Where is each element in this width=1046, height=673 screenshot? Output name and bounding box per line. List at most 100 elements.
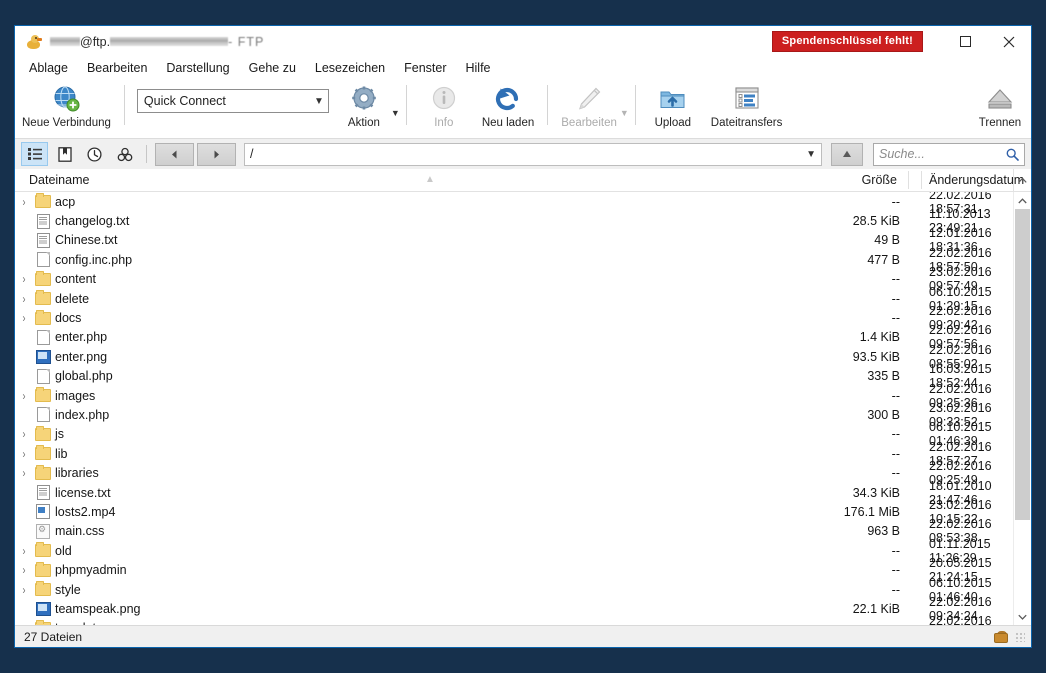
disclosure-triangle-icon[interactable]: › bbox=[15, 544, 33, 558]
file-icon bbox=[33, 485, 53, 501]
path-combobox[interactable]: / ▼ bbox=[244, 142, 822, 166]
action-button[interactable]: Aktion bbox=[333, 81, 395, 136]
resize-grip[interactable] bbox=[1014, 631, 1025, 642]
table-row[interactable]: › libraries -- 22.02.2016 09:25:49 bbox=[15, 459, 1013, 487]
search-icon bbox=[1006, 148, 1019, 161]
table-row[interactable]: › phpmyadmin -- 20.05.2015 21:24:15 bbox=[15, 556, 1013, 584]
file-size: 28.5 KiB bbox=[852, 214, 900, 229]
disclosure-triangle-icon[interactable]: › bbox=[15, 447, 33, 461]
close-icon[interactable] bbox=[987, 26, 1031, 57]
table-row[interactable]: global.php 335 B 16.03.2015 18:52:44 bbox=[15, 362, 1013, 390]
table-row[interactable]: › js -- 06.10.2015 01:46:39 bbox=[15, 420, 1013, 448]
table-row[interactable]: license.txt 34.3 KiB 18.01.2010 21:47:46 bbox=[15, 479, 1013, 507]
table-row[interactable]: › old -- 01.11.2015 11:26:29 bbox=[15, 537, 1013, 565]
action-dropdown-caret-icon[interactable]: ▼ bbox=[391, 108, 400, 118]
disclosure-triangle-icon[interactable]: › bbox=[15, 273, 33, 287]
column-options-button[interactable] bbox=[1013, 169, 1031, 191]
transfers-button[interactable]: Dateitransfers bbox=[704, 81, 790, 136]
search-field[interactable]: Suche... bbox=[873, 142, 1025, 166]
maximize-icon[interactable] bbox=[943, 26, 987, 57]
forward-button[interactable] bbox=[197, 142, 236, 166]
disclosure-triangle-icon[interactable]: › bbox=[15, 195, 33, 209]
upload-folder-icon bbox=[658, 84, 688, 114]
table-row[interactable]: › lib -- 22.02.2016 18:57:27 bbox=[15, 440, 1013, 468]
file-icon bbox=[33, 232, 53, 248]
upload-button[interactable]: Upload bbox=[642, 81, 704, 136]
menu-gehe-zu[interactable]: Gehe zu bbox=[249, 59, 306, 77]
file-name: changelog.txt bbox=[55, 214, 130, 229]
table-row[interactable]: losts2.mp4 176.1 MiB 23.02.2016 10:15:22 bbox=[15, 498, 1013, 526]
file-size: 49 B bbox=[874, 233, 900, 248]
menu-hilfe[interactable]: Hilfe bbox=[466, 59, 501, 77]
column-headers: Dateiname ▲ Größe Änderungsdatum bbox=[15, 169, 1031, 192]
sort-indicator-icon: ▲ bbox=[425, 174, 435, 185]
table-row[interactable]: enter.php 1.4 KiB 22.02.2016 09:57:56 bbox=[15, 323, 1013, 351]
menu-bearbeiten[interactable]: Bearbeiten bbox=[87, 59, 157, 77]
arrow-up-icon bbox=[843, 150, 851, 157]
disclosure-triangle-icon[interactable]: › bbox=[15, 311, 33, 325]
edit-dropdown-caret-icon[interactable]: ▼ bbox=[620, 108, 629, 118]
menu-fenster[interactable]: Fenster bbox=[404, 59, 456, 77]
table-row[interactable]: changelog.txt 28.5 KiB 11.10.2013 23:49:21 bbox=[15, 207, 1013, 235]
folder-icon bbox=[33, 290, 53, 306]
parent-folder-button[interactable] bbox=[831, 142, 863, 166]
table-row[interactable]: › content -- 23.02.2016 09:57:49 bbox=[15, 265, 1013, 293]
file-icon bbox=[33, 329, 53, 345]
table-row[interactable]: › style -- 06.10.2015 01:46:40 bbox=[15, 576, 1013, 604]
table-row[interactable]: main.css963 B22.02.2016 08:53:38 bbox=[15, 517, 1013, 545]
file-size: 176.1 MiB bbox=[843, 504, 900, 519]
menu-lesezeichen[interactable]: Lesezeichen bbox=[315, 59, 395, 77]
table-row[interactable]: teamspeak.png 22.1 KiB 22.02.2016 09:34:24 bbox=[15, 595, 1013, 623]
column-header-size[interactable]: Größe bbox=[862, 173, 897, 187]
table-row[interactable]: config.inc.php 477 B 22.02.2016 18:57:50 bbox=[15, 246, 1013, 274]
file-size: 93.5 KiB bbox=[852, 349, 900, 364]
table-row[interactable]: enter.png 93.5 KiB 22.02.2016 08:55:02 bbox=[15, 343, 1013, 371]
column-header-date[interactable]: Änderungsdatum bbox=[929, 173, 1024, 187]
table-row[interactable]: index.php 300 B 23.02.2016 09:33:52 bbox=[15, 401, 1013, 429]
table-row[interactable]: › images -- 22.02.2016 09:25:36 bbox=[15, 382, 1013, 410]
disclosure-triangle-icon[interactable]: › bbox=[15, 583, 33, 597]
file-name: lib bbox=[55, 446, 68, 461]
scroll-up-button[interactable] bbox=[1014, 192, 1031, 209]
action-label: Aktion bbox=[347, 117, 380, 129]
scroll-thumb[interactable] bbox=[1015, 209, 1030, 521]
view-history-button[interactable] bbox=[81, 142, 108, 166]
column-divider-1[interactable] bbox=[908, 171, 909, 189]
folder-icon bbox=[33, 425, 53, 441]
disclosure-triangle-icon[interactable]: › bbox=[15, 466, 33, 480]
disclosure-triangle-icon[interactable]: › bbox=[15, 428, 33, 442]
view-bonjour-button[interactable] bbox=[111, 142, 138, 166]
donation-key-badge[interactable]: Spendenschlüssel fehlt! bbox=[771, 31, 923, 52]
quick-connect-combobox[interactable]: Quick Connect ▼ bbox=[136, 89, 329, 113]
menu-ablage[interactable]: Ablage bbox=[29, 59, 78, 77]
reload-button[interactable]: Neu laden bbox=[475, 81, 541, 136]
table-row[interactable]: › delete -- 06.10.2015 01:29:15 bbox=[15, 285, 1013, 313]
table-row[interactable]: › acp -- 22.02.2016 18:57:31 bbox=[15, 192, 1013, 216]
vertical-scrollbar[interactable] bbox=[1013, 192, 1031, 625]
lock-icon[interactable] bbox=[994, 630, 1008, 643]
file-name: docs bbox=[55, 311, 82, 326]
file-name: config.inc.php bbox=[55, 252, 133, 267]
view-browser-button[interactable] bbox=[21, 142, 48, 166]
quick-connect-value: Quick Connect bbox=[143, 94, 226, 108]
scroll-track[interactable] bbox=[1014, 209, 1031, 608]
disclosure-triangle-icon[interactable]: › bbox=[15, 563, 33, 577]
menu-darstellung[interactable]: Darstellung bbox=[166, 59, 239, 77]
table-row[interactable]: › docs -- 22.02.2016 09:20:42 bbox=[15, 304, 1013, 332]
disclosure-triangle-icon[interactable]: › bbox=[15, 292, 33, 306]
table-row[interactable]: Chinese.txt 49 B 12.01.2016 18:31:36 bbox=[15, 226, 1013, 254]
column-header-name[interactable]: Dateiname bbox=[15, 173, 89, 187]
file-list[interactable]: › acp -- 22.02.2016 18:57:31 changelog.txt 28… bbox=[15, 192, 1013, 625]
view-bookmarks-button[interactable] bbox=[51, 142, 78, 166]
title-bar[interactable]: @ftp. - FTP Spendenschlüssel fehlt! bbox=[15, 26, 1031, 57]
file-icon bbox=[33, 368, 53, 384]
column-divider-2[interactable] bbox=[921, 171, 922, 189]
arrow-left-icon bbox=[172, 150, 177, 158]
scroll-down-button[interactable] bbox=[1014, 608, 1031, 625]
new-connection-button[interactable]: Neue Verbindung bbox=[15, 81, 118, 136]
back-button[interactable] bbox=[155, 142, 194, 166]
clock-icon bbox=[87, 146, 102, 162]
disconnect-button[interactable]: Trennen bbox=[969, 81, 1031, 136]
file-name: enter.png bbox=[55, 349, 108, 364]
disclosure-triangle-icon[interactable]: › bbox=[15, 389, 33, 403]
